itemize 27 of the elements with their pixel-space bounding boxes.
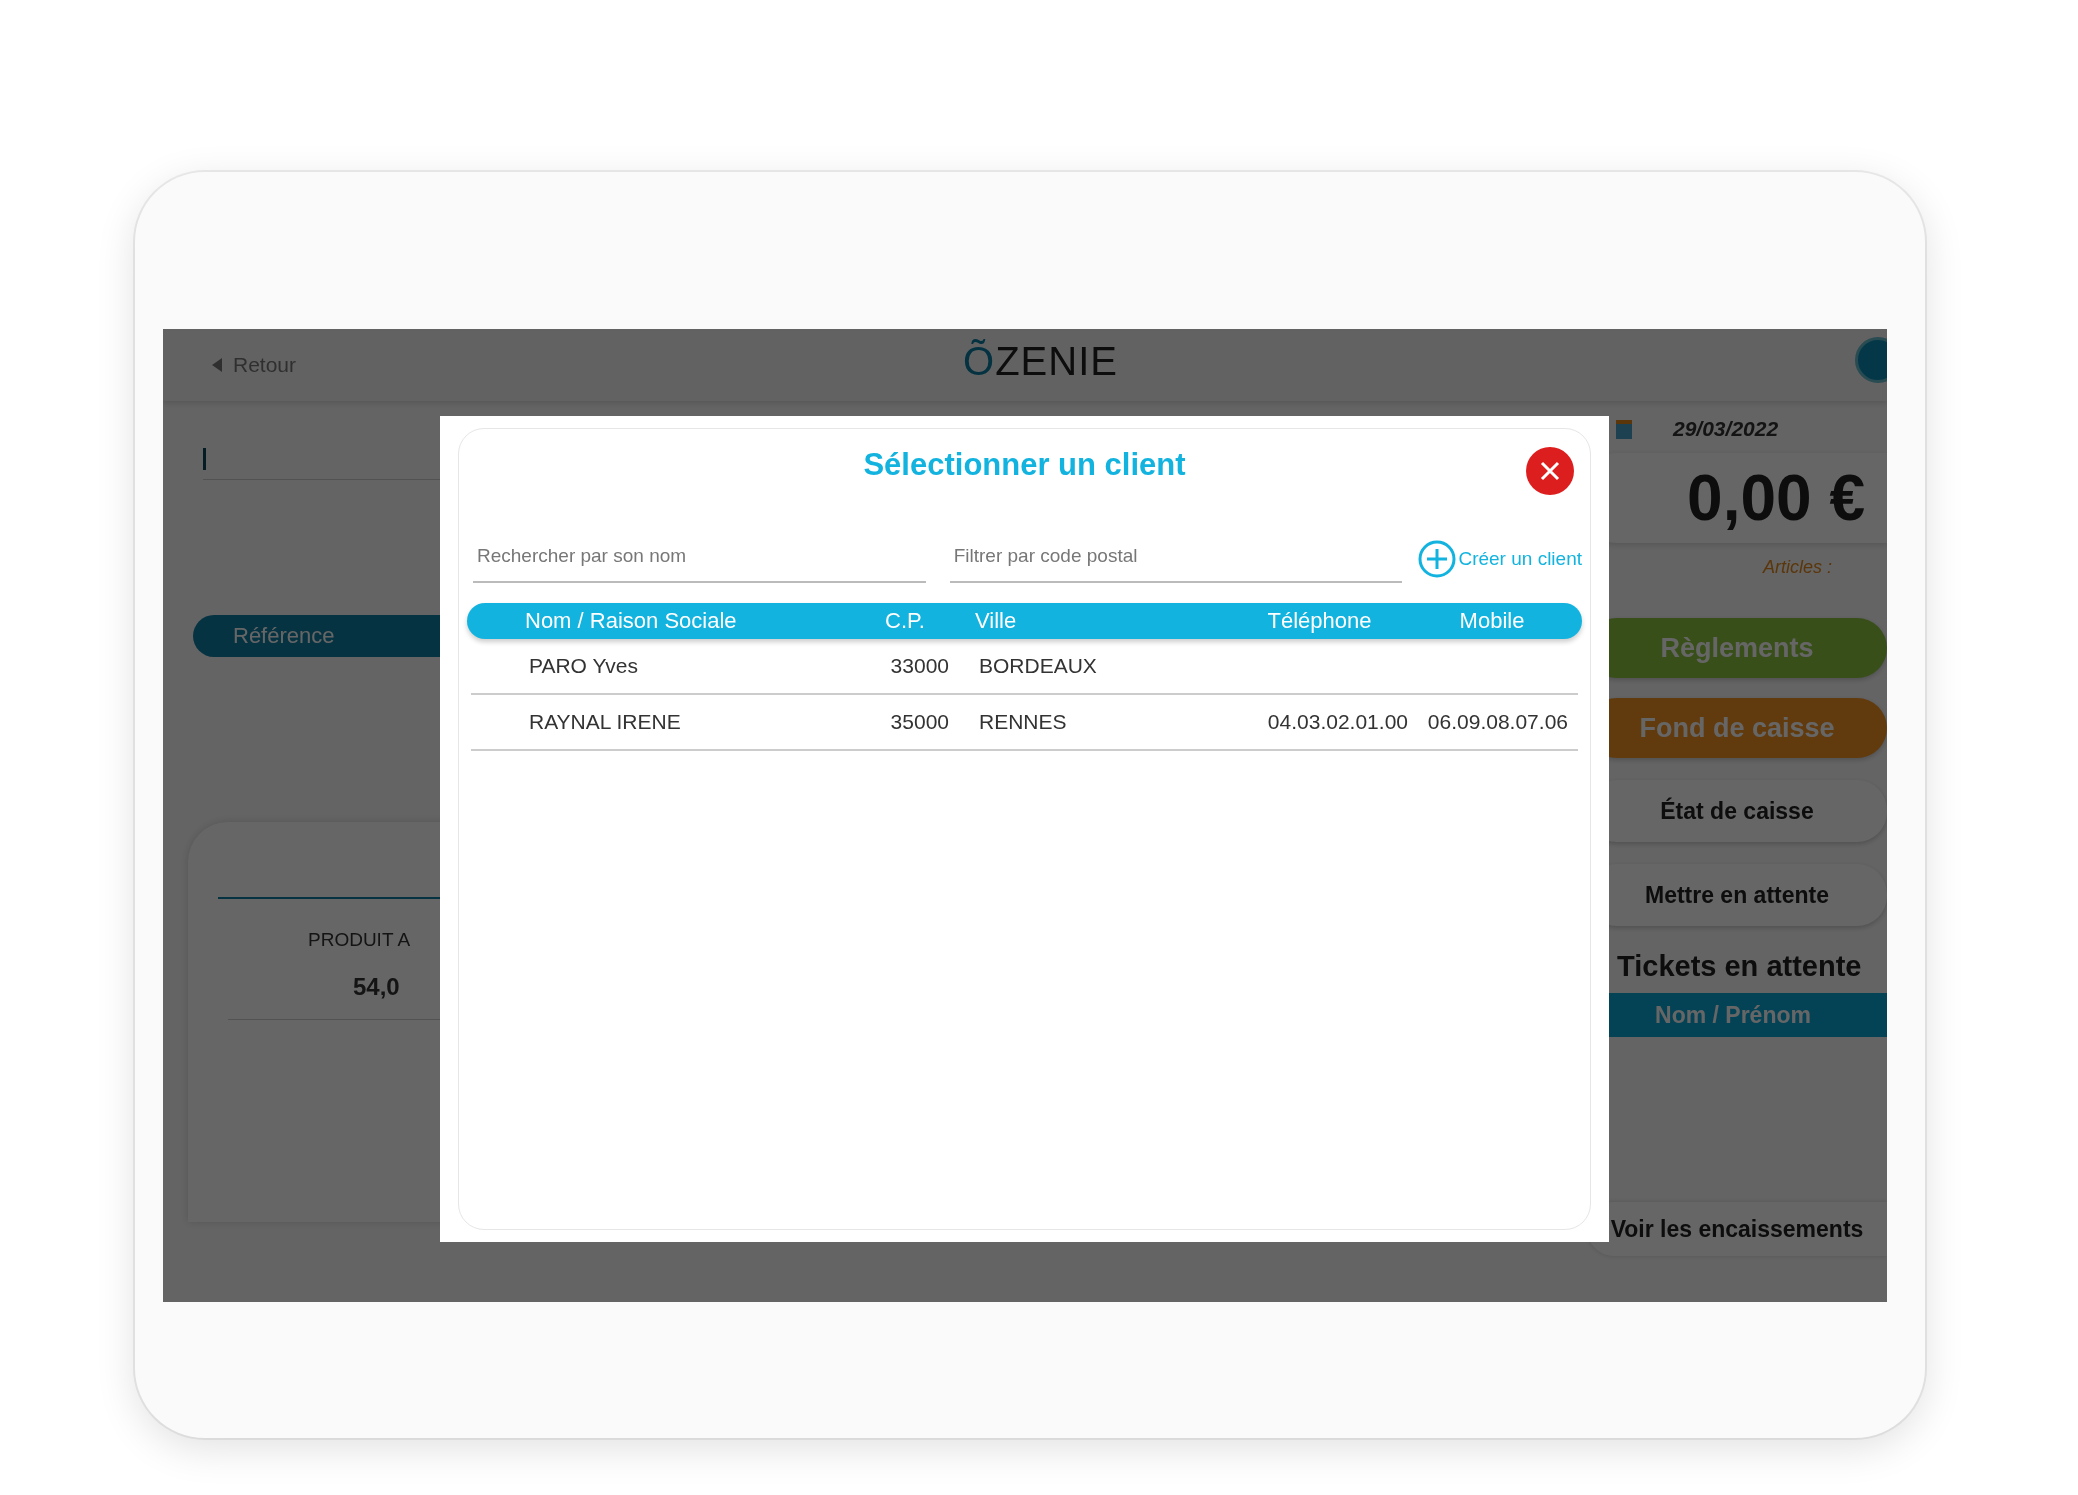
table-cell-text: 06.09.08.07.06 [1426, 710, 1568, 734]
column-header[interactable]: C.P. [865, 608, 945, 634]
column-header[interactable]: Ville [975, 608, 1227, 634]
table-cell-text: PARO Yves [529, 654, 639, 678]
app-logo: ÕZENIE [963, 339, 1118, 384]
close-icon [1540, 461, 1560, 481]
postal-code-field[interactable]: Filtrer par code postal [949, 535, 1403, 583]
column-header[interactable]: Nom / Raison Sociale [525, 608, 865, 634]
column-header[interactable]: Mobile [1412, 608, 1572, 634]
table-cell-text: 04.03.02.01.00 [1266, 710, 1408, 734]
calendar-icon[interactable] [1615, 418, 1633, 440]
close-button[interactable] [1526, 447, 1574, 495]
search-field[interactable]: Rechercher par son nom [473, 535, 926, 583]
table-cell-text: RENNES [979, 710, 1068, 734]
table-cell-text: 35000 [889, 710, 949, 734]
table-cell-text: 33000 [889, 654, 949, 678]
column-header[interactable]: Téléphone [1227, 608, 1412, 634]
section-title: Tickets en attente [1617, 950, 1863, 983]
create-client-link[interactable]: Créer un client [1418, 540, 1582, 578]
plus-icon [1418, 540, 1457, 578]
table-cell-text: BORDEAUX [979, 654, 1098, 678]
back-arrow-icon [211, 357, 223, 373]
date-text: 29/03/2022 [1673, 417, 1779, 441]
dialog-title: Sélectionner un client [863, 447, 1186, 483]
product-name: PRODUIT A [308, 929, 412, 951]
product-price: 54,0 [353, 973, 400, 1001]
table-cell-text: RAYNAL IRENE [529, 710, 682, 734]
